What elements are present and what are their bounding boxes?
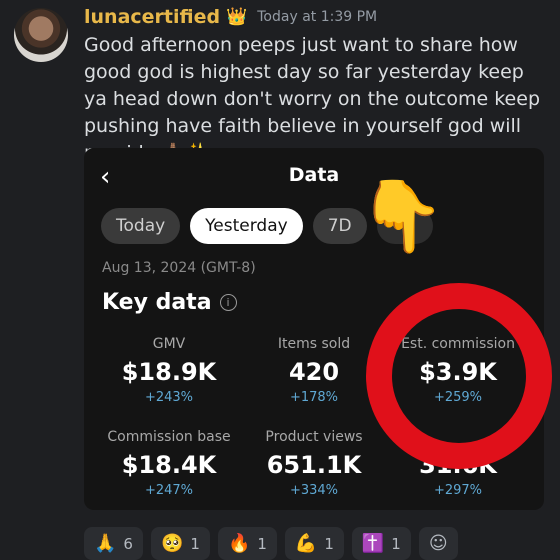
metric-value: $3.9K (419, 358, 497, 386)
fire-icon: 🔥 (227, 533, 251, 554)
metric-label: GMV (152, 336, 186, 352)
date-range-label: Aug 13, 2024 (GMT-8) (102, 260, 256, 276)
card-title: Data (288, 164, 340, 186)
message-text: Good afternoon peeps just want to share … (84, 34, 540, 164)
metric-change: +259% (433, 390, 483, 405)
metric-change: +247% (144, 483, 194, 498)
metric-items-sold: Items sold 420 +178% (239, 336, 389, 405)
section-title: Key data (102, 290, 212, 315)
crown-icon: 👑 (226, 7, 248, 27)
message-header: lunacertified 👑 Today at 1:39 PM (84, 4, 377, 30)
avatar[interactable] (14, 8, 68, 62)
tab-hidden (376, 208, 433, 244)
cross-icon: ✝️ (361, 533, 385, 554)
metric-change: +297% (433, 483, 483, 498)
pleading-face-icon: 🥺 (160, 533, 184, 554)
reaction-count: 1 (324, 534, 334, 553)
reactions-bar: 🙏 6 🥺 1 🔥 1 💪 1 ✝️ 1 ☺ (84, 527, 458, 560)
username[interactable]: lunacertified (84, 6, 220, 28)
reaction-pleading[interactable]: 🥺 1 (150, 527, 210, 560)
reaction-count: 1 (190, 534, 200, 553)
metric-change: +334% (289, 483, 339, 498)
metric-label: Est. commission (401, 336, 515, 352)
metric-value: $18.9K (121, 358, 217, 386)
metric-value: 420 (288, 358, 340, 386)
metric-label: Product views (265, 429, 363, 445)
date-range-tabs: Today Yesterday 7D (101, 208, 433, 244)
reaction-pray[interactable]: 🙏 6 (84, 527, 143, 560)
embedded-screenshot[interactable]: ‹ Data Today Yesterday 7D Aug 13, 2024 (… (84, 148, 544, 510)
metric-label (383, 429, 533, 445)
metric-change: +178% (289, 390, 339, 405)
section-heading: Key data i (102, 290, 237, 315)
metric-est-commission: Est. commission $3.9K +259% (383, 336, 533, 405)
reaction-fire[interactable]: 🔥 1 (217, 527, 277, 560)
metric-label: Items sold (277, 336, 351, 352)
metric-change: +243% (144, 390, 194, 405)
reaction-muscle[interactable]: 💪 1 (284, 527, 344, 560)
tab-today: Today (101, 208, 181, 244)
reaction-count: 1 (391, 534, 401, 553)
reaction-cross[interactable]: ✝️ 1 (351, 527, 411, 560)
info-icon: i (219, 294, 237, 311)
metric-obscured: 31.6K +297% (383, 429, 533, 498)
flexed-biceps-icon: 💪 (294, 533, 318, 554)
add-reaction-button[interactable]: ☺ (418, 527, 458, 560)
metric-product-views: Product views 651.1K +334% (239, 429, 389, 498)
smiley-add-icon: ☺ (428, 533, 448, 554)
pray-icon: 🙏 (94, 533, 117, 554)
metric-value: 651.1K (266, 451, 362, 479)
timestamp: Today at 1:39 PM (257, 9, 378, 25)
metric-value: 31.6K (419, 451, 497, 479)
reaction-count: 1 (257, 534, 267, 553)
tab-7d: 7D (312, 208, 367, 244)
tab-yesterday: Yesterday (190, 208, 303, 244)
metric-gmv: GMV $18.9K +243% (94, 336, 244, 405)
metric-commission-base: Commission base $18.4K +247% (94, 429, 244, 498)
metric-value: $18.4K (121, 451, 217, 479)
reaction-count: 6 (123, 534, 133, 553)
metric-label: Commission base (107, 429, 231, 445)
